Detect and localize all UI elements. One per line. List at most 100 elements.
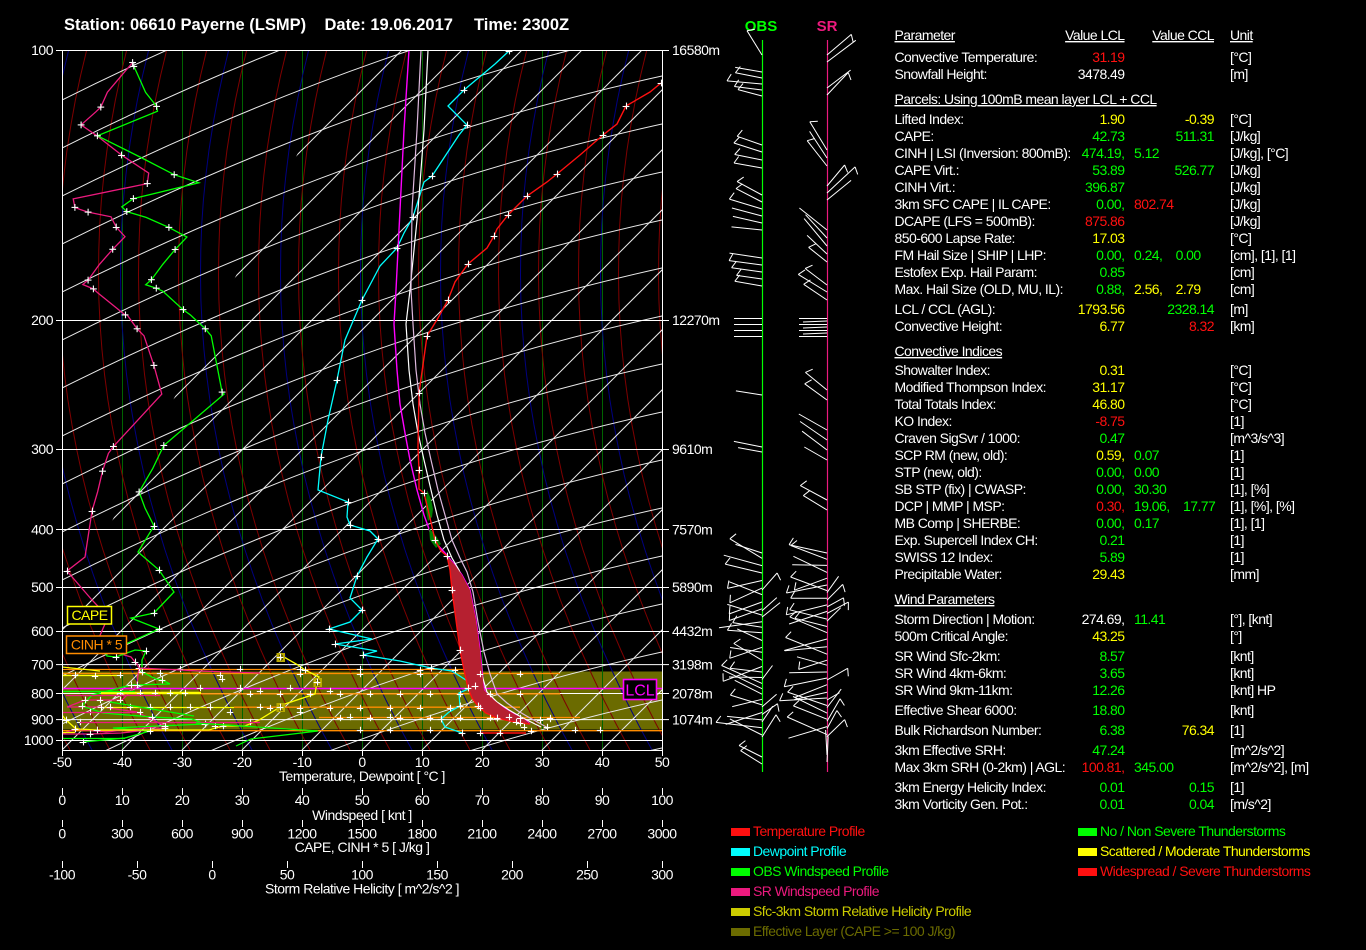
svg-text:Convective Height:: Convective Height:: [895, 318, 1003, 334]
svg-text:Convective Indices: Convective Indices: [895, 343, 1003, 359]
svg-text:Temperature Profile: Temperature Profile: [753, 823, 865, 839]
svg-text:CAPE Virt.:: CAPE Virt.:: [895, 162, 960, 178]
svg-text:200: 200: [31, 312, 54, 328]
svg-text:274.69,: 274.69,: [1082, 611, 1125, 627]
svg-text:[°]: [°]: [1230, 628, 1242, 644]
svg-text:Unit: Unit: [1230, 27, 1253, 43]
svg-text:CINH * 5: CINH * 5: [71, 637, 123, 653]
svg-text:500m Critical Angle:: 500m Critical Angle:: [895, 628, 1009, 644]
svg-text:STP (new, old):: STP (new, old):: [895, 464, 982, 480]
svg-text:30: 30: [235, 792, 250, 808]
svg-text:[1], [%], [%]: [1], [%], [%]: [1230, 498, 1294, 514]
svg-text:LCL / CCL (AGL):: LCL / CCL (AGL):: [895, 301, 996, 317]
svg-text:900: 900: [231, 826, 254, 842]
svg-text:[m]: [m]: [1230, 66, 1248, 82]
svg-text:345.00: 345.00: [1134, 759, 1174, 775]
svg-text:4432m: 4432m: [672, 623, 712, 639]
svg-text:[J/kg]: [J/kg]: [1230, 179, 1260, 195]
svg-text:0: 0: [58, 826, 66, 842]
svg-text:3: 3: [279, 654, 284, 663]
svg-text:250: 250: [576, 867, 599, 883]
svg-text:474.19,: 474.19,: [1082, 145, 1125, 161]
svg-text:[1]: [1]: [1230, 532, 1244, 548]
svg-text:Estofex Exp. Hail Param:: Estofex Exp. Hail Param:: [895, 264, 1037, 280]
svg-text:800: 800: [31, 686, 54, 702]
svg-text:396.87: 396.87: [1085, 179, 1125, 195]
svg-text:[cm]: [cm]: [1230, 281, 1254, 297]
svg-text:3km Vorticity Gen. Pot.:: 3km Vorticity Gen. Pot.:: [895, 796, 1028, 812]
svg-text:2.56,: 2.56,: [1134, 281, 1162, 297]
svg-text:[mm]: [mm]: [1230, 566, 1259, 582]
svg-text:Craven SigSvr / 1000:: Craven SigSvr / 1000:: [895, 430, 1020, 446]
svg-text:Max. Hail Size (OLD, MU, IL):: Max. Hail Size (OLD, MU, IL):: [895, 281, 1063, 297]
svg-text:[J/kg]: [J/kg]: [1230, 128, 1260, 144]
svg-text:500: 500: [31, 579, 54, 595]
svg-text:SR Wind Sfc-2km:: SR Wind Sfc-2km:: [895, 648, 1001, 664]
svg-text:[°C]: [°C]: [1230, 379, 1251, 395]
svg-text:[km]: [km]: [1230, 318, 1254, 334]
svg-text:0.07: 0.07: [1134, 447, 1160, 463]
svg-text:200: 200: [501, 867, 524, 883]
svg-text:SR: SR: [817, 18, 838, 35]
svg-text:300: 300: [651, 867, 674, 883]
svg-text:Precipitable Water:: Precipitable Water:: [895, 566, 1002, 582]
svg-text:31.19: 31.19: [1092, 49, 1125, 65]
svg-text:0.00: 0.00: [1134, 464, 1160, 480]
svg-text:0.21: 0.21: [1099, 532, 1125, 548]
svg-text:[°C]: [°C]: [1230, 230, 1251, 246]
svg-text:[°], [knt]: [°], [knt]: [1230, 611, 1272, 627]
svg-text:600: 600: [171, 826, 194, 842]
svg-text:Date: 19.06.2017: Date: 19.06.2017: [325, 16, 453, 34]
svg-text:10: 10: [115, 792, 130, 808]
svg-text:[knt]: [knt]: [1230, 702, 1254, 718]
svg-text:802.74: 802.74: [1134, 196, 1174, 212]
svg-text:100: 100: [31, 42, 54, 58]
svg-text:0.47: 0.47: [1099, 430, 1125, 446]
svg-text:12270m: 12270m: [672, 312, 720, 328]
svg-text:0.24,: 0.24,: [1134, 247, 1162, 263]
svg-text:0.59,: 0.59,: [1096, 447, 1124, 463]
svg-text:1793.56: 1793.56: [1078, 301, 1126, 317]
svg-text:SR Windspeed Profile: SR Windspeed Profile: [753, 883, 880, 899]
svg-text:Value LCL: Value LCL: [1065, 27, 1125, 43]
svg-text:[J/kg]: [J/kg]: [1230, 196, 1260, 212]
svg-text:Scattered / Moderate Thunderst: Scattered / Moderate Thunderstorms: [1100, 843, 1310, 859]
svg-text:No / Non Severe Thunderstorms: No / Non Severe Thunderstorms: [1100, 823, 1286, 839]
svg-text:29.43: 29.43: [1092, 566, 1125, 582]
svg-text:18.80: 18.80: [1092, 702, 1125, 718]
svg-text:SR Wind 9km-11km:: SR Wind 9km-11km:: [895, 682, 1013, 698]
svg-text:3km SFC CAPE | IL CAPE:: 3km SFC CAPE | IL CAPE:: [895, 196, 1051, 212]
svg-text:-50: -50: [128, 867, 147, 883]
svg-text:0.00,: 0.00,: [1096, 247, 1124, 263]
svg-text:76.34: 76.34: [1182, 722, 1215, 738]
svg-text:[J/kg]: [J/kg]: [1230, 162, 1260, 178]
svg-text:1000: 1000: [24, 732, 54, 748]
svg-text:-8.75: -8.75: [1095, 413, 1125, 429]
svg-text:400: 400: [31, 522, 54, 538]
svg-text:[knt]: [knt]: [1230, 648, 1254, 664]
svg-text:700: 700: [31, 657, 54, 673]
svg-text:CAPE: CAPE: [71, 607, 107, 623]
svg-text:46.80: 46.80: [1092, 396, 1125, 412]
svg-text:11.41: 11.41: [1134, 611, 1166, 627]
svg-text:1.90: 1.90: [1099, 111, 1125, 127]
svg-text:2400: 2400: [527, 826, 557, 842]
svg-text:50: 50: [355, 792, 370, 808]
svg-text:Widespread / Severe Thundersto: Widespread / Severe Thunderstorms: [1100, 863, 1311, 879]
svg-text:8.32: 8.32: [1189, 318, 1215, 334]
svg-text:CINH Virt.:: CINH Virt.:: [895, 179, 956, 195]
svg-text:6.38: 6.38: [1099, 722, 1125, 738]
svg-text:20: 20: [475, 754, 490, 770]
svg-text:OBS Windspeed Profile: OBS Windspeed Profile: [753, 863, 889, 879]
svg-text:12.26: 12.26: [1092, 682, 1125, 698]
svg-text:[m]: [m]: [1230, 301, 1248, 317]
svg-text:-20: -20: [233, 754, 252, 770]
svg-text:5.89: 5.89: [1099, 549, 1125, 565]
svg-text:3km Energy Helicity Index:: 3km Energy Helicity Index:: [895, 779, 1046, 795]
svg-text:[cm]: [cm]: [1230, 264, 1254, 280]
svg-text:600: 600: [31, 623, 54, 639]
svg-text:[°C]: [°C]: [1230, 362, 1251, 378]
svg-text:0.31: 0.31: [1099, 362, 1125, 378]
svg-text:[J/kg], [°C]: [J/kg], [°C]: [1230, 145, 1288, 161]
svg-text:Dewpoint Profile: Dewpoint Profile: [753, 843, 847, 859]
